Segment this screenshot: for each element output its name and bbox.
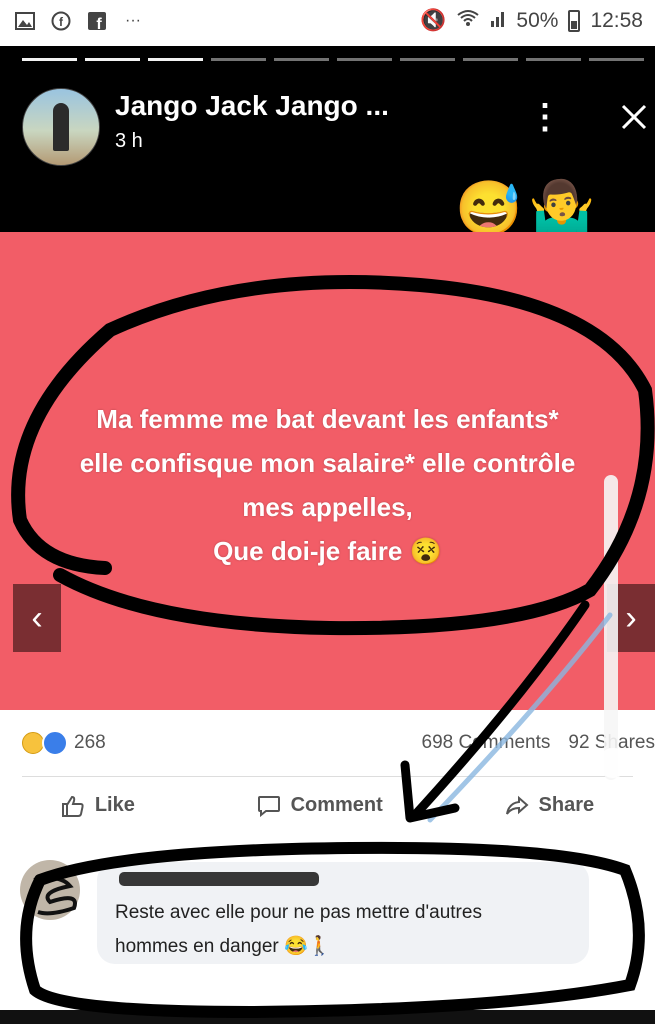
wifi-icon [456, 9, 480, 33]
more-dots-icon: ··· [125, 12, 141, 29]
thumbs-up-icon [61, 795, 84, 817]
more-options-icon[interactable]: ⋮ [528, 100, 562, 134]
reaction-summary[interactable]: 268 [22, 730, 106, 756]
comment-text: Reste avec elle pour ne pas mettre d'aut… [115, 896, 482, 964]
bottom-bar [0, 1010, 655, 1024]
reaction-count: 268 [74, 732, 106, 753]
post-footer: 268 698 Comments 92 Shares Like Comment … [0, 710, 655, 1010]
battery-icon [568, 10, 581, 32]
post-time: 3 h [115, 130, 143, 152]
redacted-commenter-name [119, 872, 319, 886]
divider [22, 776, 633, 777]
status-bar: f f ··· 🔇 50% 12:58 [0, 0, 655, 46]
action-bar: Like Comment Share [0, 794, 655, 817]
story-header: Jango Jack Jango ... 3 h ⋮ 😅 🤷‍♂️ [0, 70, 655, 236]
comment-button[interactable]: Comment [257, 794, 383, 817]
gallery-icon [14, 10, 36, 32]
redaction-scribble [33, 876, 77, 916]
close-icon[interactable] [617, 100, 651, 134]
comment-icon [257, 795, 280, 817]
facebook-messenger-icon: f [50, 10, 72, 32]
author-name[interactable]: Jango Jack Jango ... [115, 90, 389, 122]
post-line: mes appelles, [242, 492, 413, 522]
haha-reaction-icon [22, 732, 44, 754]
comment-bubble[interactable]: Reste avec elle pour ne pas mettre d'aut… [97, 862, 589, 964]
avatar[interactable] [22, 88, 100, 166]
share-label: Share [538, 794, 595, 816]
scrollbar-knob[interactable] [598, 748, 628, 778]
comment-line: hommes en danger 😂🚶 [115, 936, 332, 957]
signal-icon [490, 9, 506, 33]
like-button[interactable]: Like [61, 794, 135, 817]
post-image: Ma femme me bat devant les enfants* elle… [0, 232, 655, 710]
story-progress [22, 58, 644, 61]
shrug-emoji: 🤷‍♂️ [528, 179, 596, 239]
sweat-smile-emoji: 😅 [455, 179, 523, 239]
post-line: Que doi-je faire 😵 [213, 536, 442, 566]
like-reaction-icon [42, 730, 68, 756]
previous-arrow-icon[interactable]: ‹ [13, 584, 61, 652]
svg-text:f: f [96, 16, 102, 31]
facebook-icon: f [86, 10, 108, 32]
comment-label: Comment [290, 794, 383, 816]
scrollbar[interactable] [604, 475, 618, 780]
comments-count[interactable]: 698 Comments [422, 732, 551, 754]
clock: 12:58 [590, 9, 643, 32]
battery-percent: 50% [516, 9, 559, 32]
post-text: Ma femme me bat devant les enfants* elle… [0, 397, 655, 573]
share-icon [505, 795, 529, 815]
svg-text:f: f [59, 15, 64, 29]
comment-line: Reste avec elle pour ne pas mettre d'aut… [115, 902, 482, 923]
post-line: elle confisque mon salaire* elle contrôl… [79, 448, 576, 478]
like-label: Like [94, 794, 135, 816]
share-button[interactable]: Share [505, 794, 595, 817]
sticker-emojis: 😅 🤷‍♂️ [455, 182, 596, 236]
mute-icon: 🔇 [420, 9, 447, 32]
post-line: Ma femme me bat devant les enfants* [96, 404, 559, 434]
